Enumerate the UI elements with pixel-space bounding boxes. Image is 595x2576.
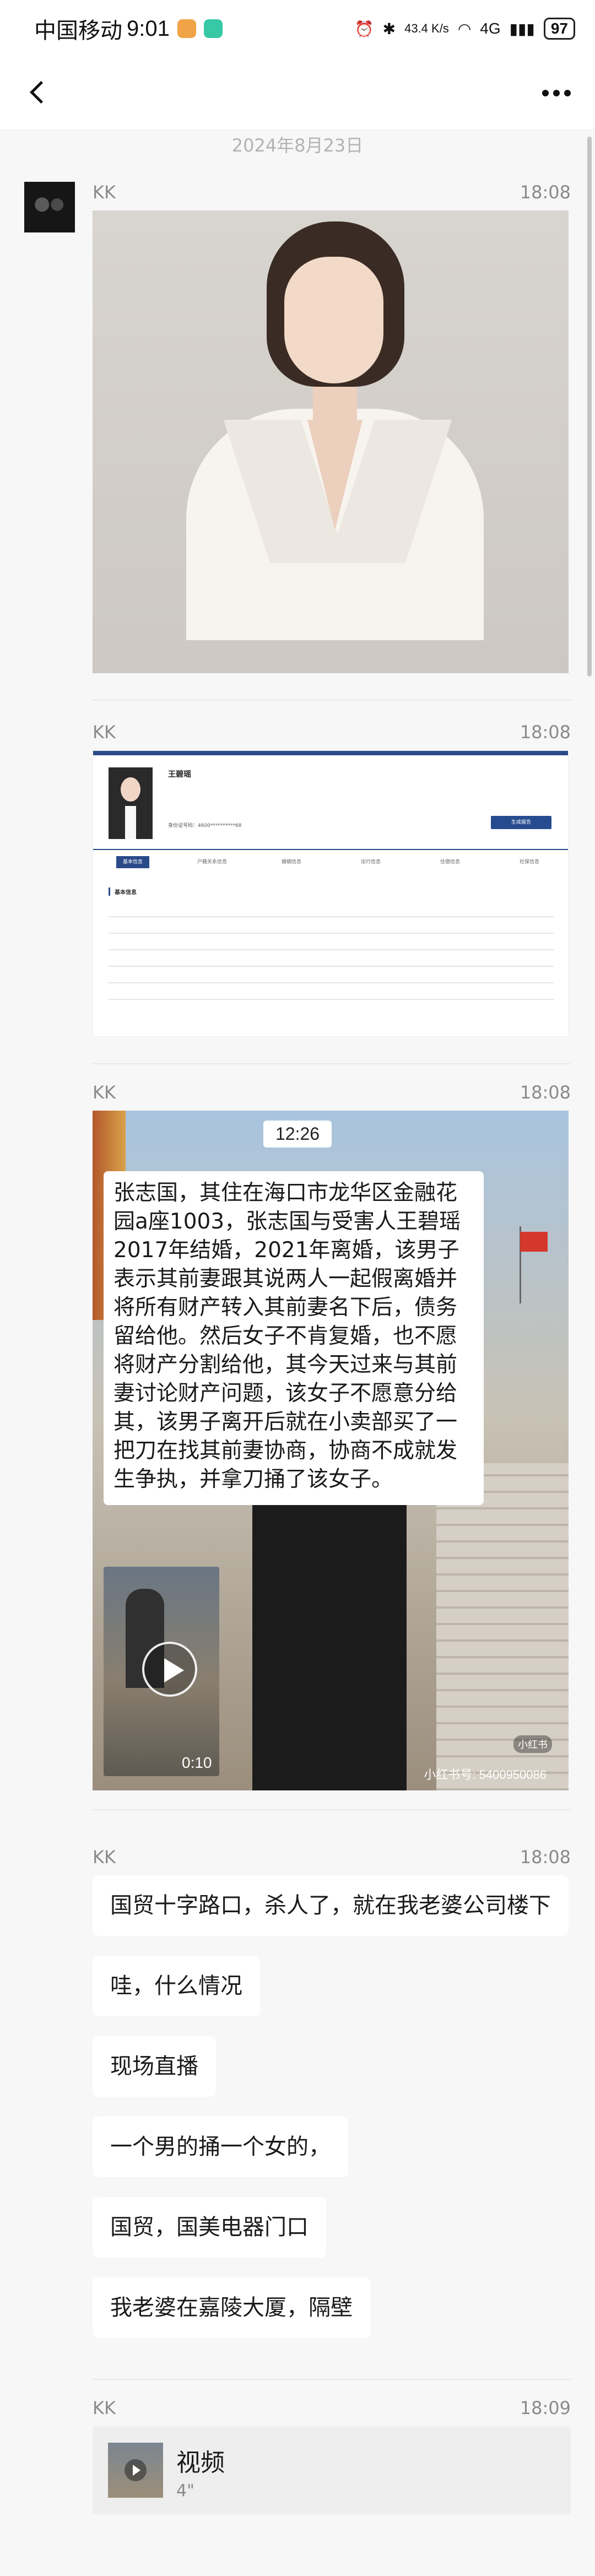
nav-bar <box>0 57 595 129</box>
video-message[interactable]: 12:26 张志国，其住在海口市龙华区金融花园a座1003，张志国与受害人王碧瑶… <box>93 1111 569 1790</box>
video-inset <box>104 1567 219 1776</box>
doc-tab: 出行信息 <box>360 859 381 865</box>
wifi-icon: ◠ <box>457 20 472 37</box>
image-message[interactable]: 王碧瑶 身份证号码：4600**********68 生成报告 基本信息 户籍关… <box>93 750 569 1037</box>
text-bubble[interactable]: 国贸十字路口，杀人了，就在我老婆公司楼下 <box>93 1875 569 1936</box>
doc-tab: 住宿信息 <box>440 859 460 865</box>
status-indicators: ⏰ ✱ 43.4 K/s ◠ 4G ▮▮▮ 97 <box>355 18 575 40</box>
doc-tab: 婚姻信息 <box>281 859 301 865</box>
text-bubble[interactable]: 现场直播 <box>93 2036 216 2097</box>
text-bubble[interactable]: 国贸，国美电器门口 <box>93 2197 326 2258</box>
video-watermark: 小红书号: 5400950086 <box>424 1768 547 1782</box>
network-type: 4G <box>480 20 501 37</box>
notification-app-icon-2 <box>203 19 223 38</box>
signal-icon: ▮▮▮ <box>509 20 535 37</box>
more-dots-icon[interactable] <box>542 90 571 96</box>
video-caption: 张志国，其住在海口市龙华区金融花园a座1003，张志国与受害人王碧瑶2017年结… <box>104 1171 484 1505</box>
doc-tabs: 基本信息 户籍关系信息 婚姻信息 出行信息 住宿信息 社保信息 <box>93 849 568 873</box>
avatar[interactable] <box>24 182 75 232</box>
doc-report-button: 生成报告 <box>491 816 551 829</box>
message-time: 18:08 <box>520 1847 571 1868</box>
status-time: 9:01 <box>127 16 170 41</box>
play-icon <box>125 2459 147 2481</box>
video-thumbnail <box>108 2443 163 2498</box>
message-time: 18:08 <box>520 182 571 203</box>
doc-id-line: 身份证号码：4600**********68 <box>168 823 242 829</box>
image-message[interactable] <box>93 210 569 673</box>
alarm-icon: ⏰ <box>354 20 374 37</box>
doc-tab: 基本信息 <box>93 850 172 873</box>
sender-name: KK <box>93 2398 116 2418</box>
doc-tab: 户籍关系信息 <box>197 859 227 865</box>
video-file-card[interactable]: 视频 4" <box>93 2426 571 2514</box>
play-icon[interactable] <box>142 1642 197 1697</box>
sender-name: KK <box>93 1847 116 1868</box>
video-duration: 0:10 <box>182 1754 212 1771</box>
sender-name: KK <box>93 182 116 203</box>
text-bubble[interactable]: 我老婆在嘉陵大厦，隔壁 <box>93 2277 370 2338</box>
battery-indicator: 97 <box>543 18 575 40</box>
doc-section-title: 基本信息 <box>109 887 137 896</box>
network-speed: 43.4 K/s <box>404 21 449 35</box>
sender-name: KK <box>93 722 116 743</box>
video-file-duration: 4" <box>176 2481 194 2501</box>
xiaohongshu-logo: 小红书 <box>513 1735 552 1753</box>
date-separator: 2024年8月23日 <box>231 135 364 156</box>
text-bubble[interactable]: 一个男的捅一个女的， <box>93 2117 348 2177</box>
sender-name: KK <box>93 1082 116 1103</box>
doc-tab: 社保信息 <box>519 859 539 865</box>
message-time: 18:08 <box>520 722 571 743</box>
scrollbar[interactable] <box>587 137 592 677</box>
chevron-left-icon[interactable] <box>24 77 57 110</box>
message-time: 18:08 <box>520 1082 571 1103</box>
chat-history[interactable]: 2024年8月23日 KK 18:08 KK 18:08 王碧瑶 身份证号码：4… <box>0 129 595 2576</box>
id-photo <box>109 767 153 839</box>
doc-person-name: 王碧瑶 <box>168 770 191 779</box>
video-time-overlay: 12:26 <box>263 1121 332 1148</box>
text-bubble[interactable]: 哇，什么情况 <box>93 1956 260 2016</box>
notification-app-icon <box>177 19 196 38</box>
status-bar: 中国移动 9:01 ⏰ ✱ 43.4 K/s ◠ 4G ▮▮▮ 97 <box>0 0 595 57</box>
bluetooth-icon: ✱ <box>382 20 396 37</box>
message-time: 18:09 <box>520 2398 571 2418</box>
carrier-name: 中国移动 <box>34 19 122 43</box>
video-file-title: 视频 <box>176 2449 225 2477</box>
